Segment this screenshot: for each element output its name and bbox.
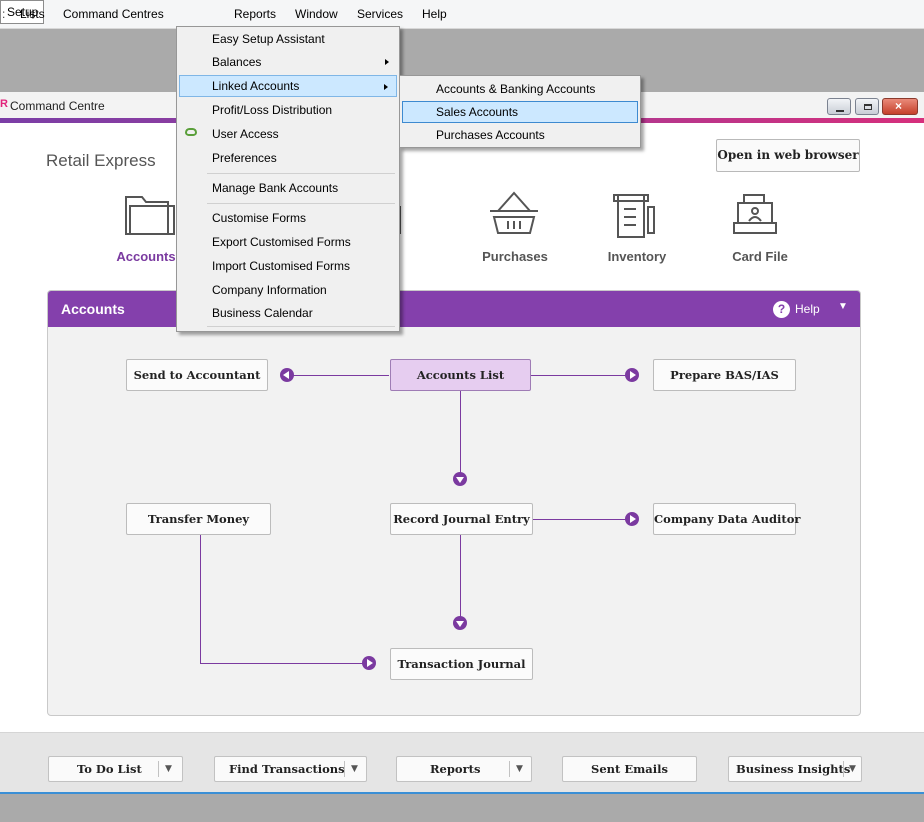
card-file-icon[interactable]	[730, 191, 790, 241]
menu-item-manage-bank-accounts[interactable]: Manage Bank Accounts	[179, 177, 397, 199]
accounts-folder-icon[interactable]	[120, 191, 180, 241]
accounts-panel: Accounts ? Help ▼ Send to Accountant Acc…	[47, 290, 861, 716]
menu-window[interactable]: Window	[295, 7, 338, 21]
inventory-clipboard-icon[interactable]	[606, 191, 666, 241]
menu-item-company-information[interactable]: Company Information	[179, 279, 397, 301]
menubar-partial-item[interactable]: :	[2, 7, 5, 21]
menu-bar: : Lists Command Centres Setup Reports Wi…	[0, 0, 924, 29]
close-icon: ×	[895, 99, 903, 113]
connector-line	[200, 535, 201, 663]
menu-command-centres[interactable]: Command Centres	[63, 7, 164, 21]
find-transactions-button[interactable]: Find Transactions ▼	[214, 756, 367, 782]
arrow-down-icon	[453, 616, 467, 630]
menu-item-preferences[interactable]: Preferences	[179, 147, 397, 169]
connector-line	[531, 519, 631, 520]
menu-item-easy-setup-assistant[interactable]: Easy Setup Assistant	[179, 28, 397, 50]
to-do-list-dropdown-icon[interactable]: ▼	[165, 757, 172, 781]
transfer-money-button[interactable]: Transfer Money	[126, 503, 271, 535]
command-centre-window: R Command Centre × Retail Express Open i…	[0, 92, 924, 793]
connector-line	[531, 375, 631, 376]
submenu-arrow-icon	[384, 84, 388, 90]
find-transactions-label: Find Transactions	[229, 762, 345, 776]
business-insights-button[interactable]: Business Insights ▼	[728, 756, 862, 782]
maximize-button[interactable]	[855, 98, 879, 115]
menu-item-user-access-label: User Access	[212, 127, 279, 141]
divider	[843, 761, 844, 777]
menu-services[interactable]: Services	[357, 7, 403, 21]
help-button[interactable]: Help	[795, 302, 820, 316]
arrow-down-icon	[453, 472, 467, 486]
reports-button[interactable]: Reports ▼	[396, 756, 532, 782]
connector-line	[460, 535, 461, 617]
menu-separator	[207, 326, 395, 327]
panel-title: Accounts	[61, 301, 125, 317]
reports-label: Reports	[430, 762, 481, 776]
menu-help[interactable]: Help	[422, 7, 447, 21]
setup-menu: Easy Setup Assistant Balances Linked Acc…	[176, 26, 400, 332]
menu-item-balances[interactable]: Balances	[179, 51, 397, 73]
minimize-button[interactable]	[827, 98, 851, 115]
nav-purchases[interactable]: Purchases	[460, 249, 570, 264]
menu-item-business-calendar[interactable]: Business Calendar	[179, 302, 397, 324]
connector-line	[460, 391, 461, 473]
sent-emails-button[interactable]: Sent Emails	[562, 756, 697, 782]
purchases-basket-icon[interactable]	[484, 191, 544, 241]
menu-reports[interactable]: Reports	[234, 7, 276, 21]
to-do-list-label: To Do List	[77, 762, 142, 776]
nav-inventory[interactable]: Inventory	[582, 249, 692, 264]
menu-item-import-customised-forms[interactable]: Import Customised Forms	[179, 255, 397, 277]
submenu-arrow-icon	[385, 59, 389, 65]
menu-item-profit-loss-distribution[interactable]: Profit/Loss Distribution	[179, 99, 397, 121]
submenu-item-accounts-banking[interactable]: Accounts & Banking Accounts	[402, 78, 638, 100]
divider	[509, 761, 510, 777]
connector-line	[291, 375, 389, 376]
transaction-journal-button[interactable]: Transaction Journal	[390, 648, 533, 680]
accounts-list-button[interactable]: Accounts List	[390, 359, 531, 391]
menu-item-export-customised-forms[interactable]: Export Customised Forms	[179, 231, 397, 253]
minimize-icon	[836, 104, 844, 112]
find-transactions-dropdown-icon[interactable]: ▼	[351, 757, 358, 781]
menu-separator	[207, 173, 395, 174]
send-to-accountant-button[interactable]: Send to Accountant	[126, 359, 268, 391]
business-insights-dropdown-icon[interactable]: ▼	[849, 757, 856, 781]
divider	[158, 761, 159, 777]
menu-item-user-access[interactable]: User Access	[179, 123, 397, 145]
sent-emails-label: Sent Emails	[591, 762, 668, 776]
company-name: Retail Express	[46, 151, 156, 170]
to-do-list-button[interactable]: To Do List ▼	[48, 756, 183, 782]
record-journal-entry-button[interactable]: Record Journal Entry	[390, 503, 533, 535]
maximize-icon	[864, 104, 872, 110]
connector-line	[200, 663, 368, 664]
linked-accounts-submenu: Accounts & Banking Accounts Sales Accoun…	[399, 75, 641, 148]
menu-separator	[207, 203, 395, 204]
menu-item-customise-forms[interactable]: Customise Forms	[179, 207, 397, 229]
arrow-right-icon	[625, 512, 639, 526]
window-title: Command Centre	[10, 99, 105, 113]
arrow-left-icon	[280, 368, 294, 382]
close-button[interactable]: ×	[882, 98, 918, 115]
prepare-bas-ias-button[interactable]: Prepare BAS/IAS	[653, 359, 796, 391]
submenu-item-purchases-accounts[interactable]: Purchases Accounts	[402, 124, 638, 146]
menu-item-linked-accounts[interactable]: Linked Accounts	[179, 75, 397, 97]
divider	[344, 761, 345, 777]
menu-item-balances-label: Balances	[212, 55, 262, 69]
user-access-icon	[185, 128, 197, 136]
app-logo-icon: R	[0, 98, 8, 110]
menu-item-linked-accounts-label: Linked Accounts	[212, 79, 300, 93]
menu-setup-label: Setup	[7, 5, 39, 19]
open-in-web-browser-button[interactable]: Open in web browser	[716, 139, 860, 172]
submenu-item-sales-accounts[interactable]: Sales Accounts	[402, 101, 638, 123]
help-icon[interactable]: ?	[773, 301, 790, 318]
status-strip	[0, 792, 924, 822]
arrow-right-icon	[625, 368, 639, 382]
nav-card-file[interactable]: Card File	[705, 249, 815, 264]
help-dropdown-icon[interactable]: ▼	[838, 301, 848, 312]
business-insights-label: Business Insights	[736, 762, 851, 776]
arrow-right-icon	[362, 656, 376, 670]
panel-header: Accounts ? Help ▼	[48, 291, 860, 327]
reports-dropdown-icon[interactable]: ▼	[516, 757, 523, 781]
company-data-auditor-button[interactable]: Company Data Auditor	[653, 503, 800, 535]
bottom-toolbar: To Do List ▼ Find Transactions ▼ Reports…	[0, 732, 924, 793]
